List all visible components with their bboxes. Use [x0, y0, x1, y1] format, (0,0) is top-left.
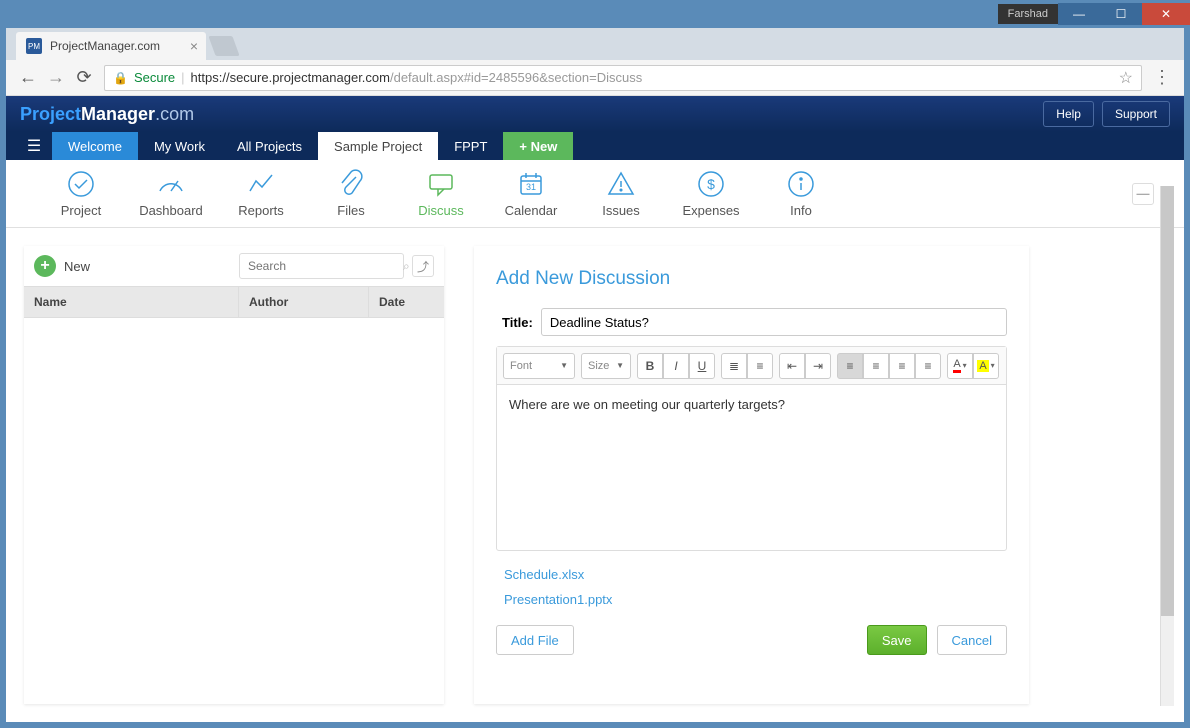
chat-icon	[426, 169, 456, 199]
editor-toolbar: Font▼ Size▼ B I U ≣ ≡ ⇤	[497, 347, 1006, 385]
page-scrollbar[interactable]	[1160, 186, 1174, 706]
collapse-toolbar-button[interactable]: —	[1132, 183, 1154, 205]
address-bar[interactable]: 🔒 Secure | https://secure.projectmanager…	[104, 65, 1142, 91]
reload-button[interactable]: ⟳	[70, 64, 98, 92]
col-author[interactable]: Author	[239, 287, 369, 317]
add-discussion-button[interactable]: +	[34, 255, 56, 277]
bold-button[interactable]: B	[637, 353, 663, 379]
calendar-icon: 31	[516, 169, 546, 199]
browser-toolbar: ← → ⟳ 🔒 Secure | https://secure.projectm…	[6, 60, 1184, 96]
window-minimize-button[interactable]: —	[1058, 3, 1100, 25]
tool-reports[interactable]: Reports	[216, 169, 306, 218]
attachment-link[interactable]: Schedule.xlsx	[504, 567, 1007, 582]
dollar-icon: $	[696, 169, 726, 199]
support-button[interactable]: Support	[1102, 101, 1170, 127]
editor-body[interactable]: Where are we on meeting our quarterly ta…	[497, 385, 1006, 550]
paperclip-icon	[336, 169, 366, 199]
rich-text-editor: Font▼ Size▼ B I U ≣ ≡ ⇤	[496, 346, 1007, 551]
tab-mywork[interactable]: My Work	[138, 132, 221, 160]
tool-expenses[interactable]: $ Expenses	[666, 169, 756, 218]
share-button[interactable]: ⤴	[412, 255, 434, 277]
tool-info[interactable]: Info	[756, 169, 846, 218]
col-date[interactable]: Date	[369, 295, 444, 309]
app-logo[interactable]: ProjectManager.com	[20, 104, 194, 125]
tab-sample-project[interactable]: Sample Project	[318, 132, 438, 160]
align-center-button[interactable]: ≡	[863, 353, 889, 379]
bullet-list-button[interactable]: ≣	[721, 353, 747, 379]
browser-tab-title: ProjectManager.com	[50, 39, 160, 53]
tool-issues[interactable]: Issues	[576, 169, 666, 218]
add-discussion-label: New	[64, 259, 90, 274]
tab-fppt[interactable]: FPPT	[438, 132, 503, 160]
app-header: ProjectManager.com Help Support	[6, 96, 1184, 132]
align-left-button[interactable]: ≡	[837, 353, 863, 379]
tab-welcome[interactable]: Welcome	[52, 132, 138, 160]
tool-discuss[interactable]: Discuss	[396, 169, 486, 218]
chart-line-icon	[246, 169, 276, 199]
discussion-list-panel: + New ⌕ ⤴ Name Author Date	[24, 246, 444, 704]
tool-calendar[interactable]: 31 Calendar	[486, 169, 576, 218]
text-color-button[interactable]: A▾	[947, 353, 973, 379]
tool-files[interactable]: Files	[306, 169, 396, 218]
forward-button[interactable]: →	[42, 64, 70, 92]
search-icon: ⌕	[403, 259, 410, 274]
add-file-button[interactable]: Add File	[496, 625, 574, 655]
discussion-form-panel: Add New Discussion Title: Font▼ Size▼ B …	[474, 246, 1029, 704]
title-input[interactable]	[541, 308, 1007, 336]
outdent-button[interactable]: ⇤	[779, 353, 805, 379]
title-label: Title:	[502, 315, 533, 330]
form-heading: Add New Discussion	[496, 268, 1007, 290]
cancel-button[interactable]: Cancel	[937, 625, 1007, 655]
window-close-button[interactable]: ✕	[1142, 3, 1190, 25]
browser-tab[interactable]: PM ProjectManager.com ×	[16, 32, 206, 60]
back-button[interactable]: ←	[14, 64, 42, 92]
align-justify-button[interactable]: ≡	[915, 353, 941, 379]
secure-label: Secure	[134, 70, 175, 85]
list-header: Name Author Date	[24, 286, 444, 318]
gauge-icon	[156, 169, 186, 199]
bookmark-icon[interactable]: ☆	[1119, 68, 1133, 88]
number-list-button[interactable]: ≡	[747, 353, 773, 379]
save-button[interactable]: Save	[867, 625, 927, 655]
col-name[interactable]: Name	[24, 287, 239, 317]
warning-icon	[606, 169, 636, 199]
close-tab-icon[interactable]: ×	[190, 38, 198, 54]
svg-text:$: $	[707, 176, 715, 192]
check-circle-icon	[66, 169, 96, 199]
url-host: https://secure.projectmanager.com	[191, 70, 390, 85]
search-field[interactable]	[248, 259, 403, 273]
favicon-icon: PM	[26, 38, 42, 54]
lock-icon: 🔒	[113, 71, 128, 85]
highlight-button[interactable]: A▾	[973, 353, 999, 379]
font-dropdown[interactable]: Font▼	[503, 353, 575, 379]
attachment-list: Schedule.xlsx Presentation1.pptx	[496, 567, 1007, 607]
italic-button[interactable]: I	[663, 353, 689, 379]
window-titlebar: Farshad — ☐ ✕	[0, 0, 1190, 28]
svg-text:31: 31	[526, 182, 536, 192]
tab-new[interactable]: + New	[503, 132, 573, 160]
indent-button[interactable]: ⇥	[805, 353, 831, 379]
app-tabs: ☰ Welcome My Work All Projects Sample Pr…	[6, 132, 1184, 160]
align-right-button[interactable]: ≡	[889, 353, 915, 379]
tool-dashboard[interactable]: Dashboard	[126, 169, 216, 218]
help-button[interactable]: Help	[1043, 101, 1094, 127]
list-body	[24, 318, 444, 603]
window-maximize-button[interactable]: ☐	[1100, 3, 1142, 25]
hamburger-icon[interactable]: ☰	[16, 132, 52, 160]
new-tab-button[interactable]	[208, 36, 239, 56]
browser-tab-strip: PM ProjectManager.com ×	[6, 28, 1184, 60]
tool-project[interactable]: Project	[36, 169, 126, 218]
window-user-label: Farshad	[998, 4, 1058, 24]
info-icon	[786, 169, 816, 199]
project-toolbar: Project Dashboard Reports Files Discuss …	[6, 160, 1184, 228]
url-path: /default.aspx#id=2485596&section=Discuss	[390, 70, 642, 85]
search-input[interactable]: ⌕	[239, 253, 404, 279]
size-dropdown[interactable]: Size▼	[581, 353, 631, 379]
attachment-link[interactable]: Presentation1.pptx	[504, 592, 1007, 607]
browser-menu-button[interactable]: ⋮	[1148, 67, 1176, 88]
underline-button[interactable]: U	[689, 353, 715, 379]
tab-allprojects[interactable]: All Projects	[221, 132, 318, 160]
